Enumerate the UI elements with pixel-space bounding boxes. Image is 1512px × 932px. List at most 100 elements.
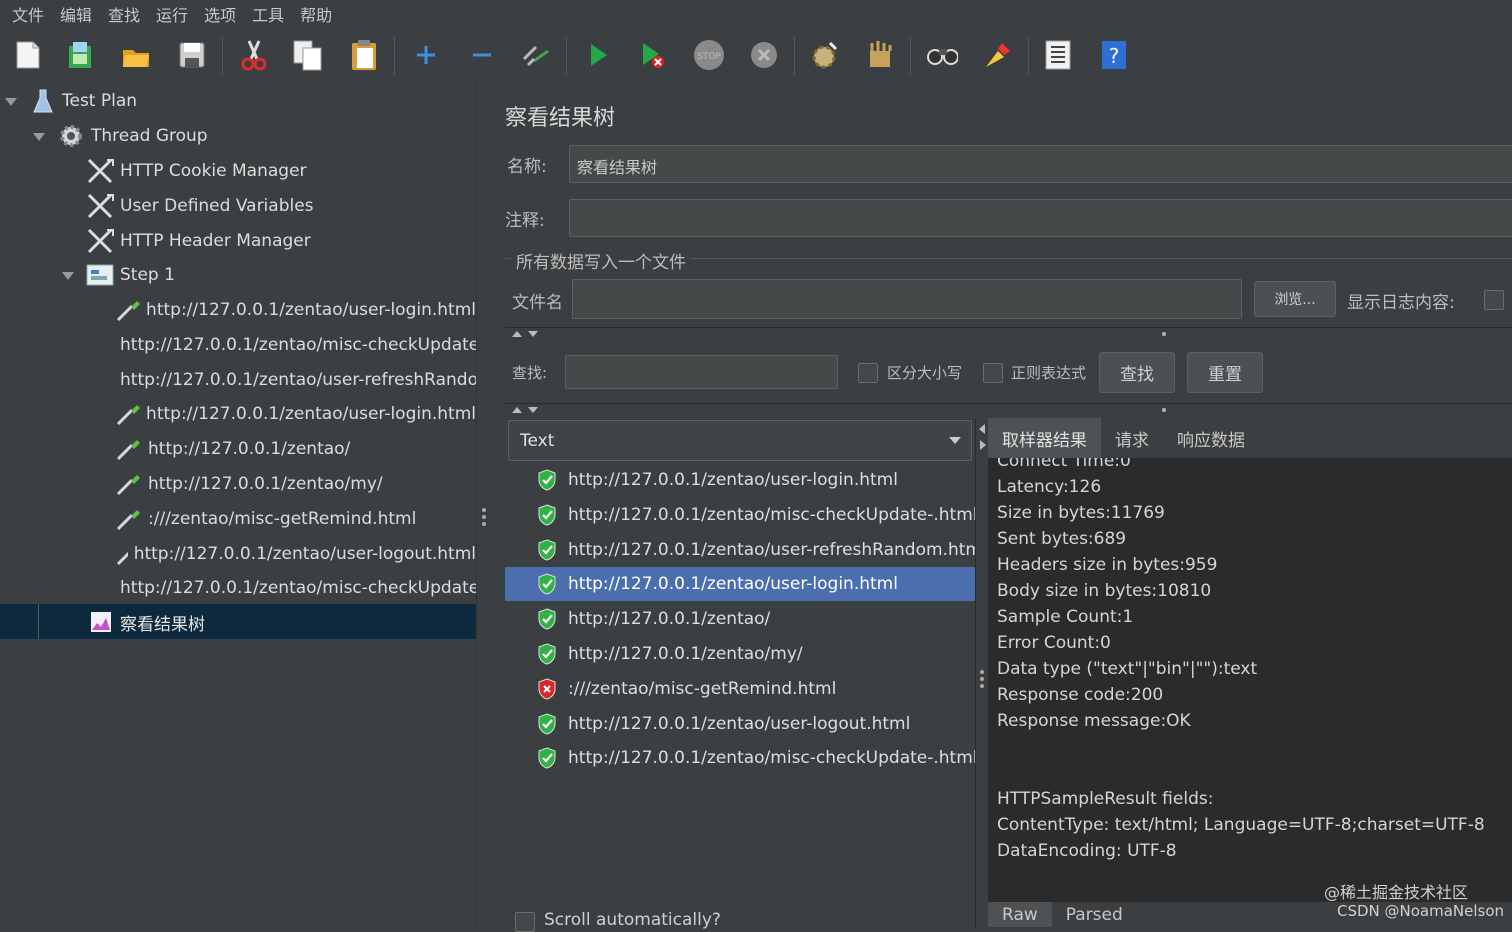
- clear-icon[interactable]: [808, 39, 840, 71]
- success-shield-icon: [537, 539, 557, 561]
- result-detail-line: Response code:200: [997, 685, 1164, 705]
- reset-search-icon[interactable]: [982, 39, 1014, 71]
- tree-node-view-results-tree[interactable]: 察看结果树: [90, 605, 205, 639]
- watermark-line1: @稀土掘金技术社区: [1324, 883, 1469, 902]
- result-row[interactable]: http://127.0.0.1/zentao/misc-checkUpdate…: [505, 741, 978, 775]
- paste-icon[interactable]: [348, 39, 380, 71]
- tree-node-sampler[interactable]: http://127.0.0.1/zentao/user-logout.html: [114, 537, 476, 571]
- result-detail-line: Body size in bytes:10810: [997, 581, 1212, 601]
- result-detail-line: ContentType: text/html; Language=UTF-8;c…: [997, 815, 1485, 835]
- tab-raw[interactable]: Raw: [988, 902, 1052, 927]
- toolbar: STOP ?: [0, 27, 1512, 85]
- tree-node-sampler[interactable]: http://127.0.0.1/zentao/user-login.html: [114, 293, 476, 327]
- expand-arrow-icon[interactable]: [62, 272, 74, 280]
- tree-node-cookie-manager[interactable]: HTTP Cookie Manager: [86, 154, 307, 188]
- comment-field[interactable]: [569, 199, 1512, 237]
- success-shield-icon: [537, 643, 557, 665]
- success-shield-icon: [537, 504, 557, 526]
- stop-icon[interactable]: STOP: [692, 39, 724, 71]
- start-no-pause-icon[interactable]: [636, 39, 668, 71]
- tree-node-sampler[interactable]: :///zentao/misc-getRemind.html: [114, 502, 476, 536]
- reset-button[interactable]: 重置: [1187, 352, 1263, 393]
- tree-node-user-defined-variables[interactable]: User Defined Variables: [86, 189, 314, 223]
- tools-icon: [87, 228, 114, 254]
- result-row[interactable]: http://127.0.0.1/zentao/: [505, 602, 975, 636]
- tree-node-header-manager[interactable]: HTTP Header Manager: [86, 224, 311, 258]
- help-icon[interactable]: ?: [1098, 39, 1130, 71]
- result-row[interactable]: http://127.0.0.1/zentao/user-login.html: [505, 567, 975, 602]
- case-sensitive-label: 区分大小写: [887, 364, 963, 382]
- start-icon[interactable]: [582, 39, 614, 71]
- result-detail-line: Connect Time:0: [997, 458, 1131, 471]
- menu-search[interactable]: 查找: [104, 2, 144, 26]
- name-field[interactable]: 察看结果树: [569, 145, 1512, 183]
- clear-all-icon[interactable]: [864, 39, 896, 71]
- menu-run[interactable]: 运行: [152, 2, 192, 26]
- templates-icon[interactable]: [64, 39, 96, 71]
- tab-parsed[interactable]: Parsed: [1052, 902, 1137, 927]
- result-row[interactable]: http://127.0.0.1/zentao/user-login.html: [505, 463, 975, 497]
- split-arrows[interactable]: [512, 331, 538, 337]
- regex-checkbox[interactable]: [983, 363, 1003, 383]
- copy-icon[interactable]: [292, 39, 324, 71]
- tree-node-sampler[interactable]: http://127.0.0.1/zentao/user-refreshRand…: [114, 363, 476, 397]
- tree-node-thread-group[interactable]: Thread Group: [58, 119, 208, 153]
- tab-sampler-result[interactable]: 取样器结果: [988, 418, 1101, 458]
- search-icon[interactable]: [926, 39, 958, 71]
- result-detail-line: Sample Count:1: [997, 607, 1134, 627]
- pipette-icon: [116, 405, 140, 426]
- result-detail-line: Latency:126: [997, 477, 1102, 497]
- log-content-checkbox[interactable]: [1484, 290, 1504, 310]
- results-split-divider[interactable]: [975, 418, 989, 927]
- expand-arrow-icon[interactable]: [5, 98, 17, 106]
- result-row[interactable]: http://127.0.0.1/zentao/misc-checkUpdate…: [505, 498, 978, 532]
- tab-response-data[interactable]: 响应数据: [1163, 418, 1259, 458]
- renderer-select[interactable]: Text: [508, 420, 972, 461]
- renderer-select-value: Text: [520, 431, 555, 451]
- search-input[interactable]: [565, 355, 838, 389]
- cut-icon[interactable]: [238, 39, 270, 71]
- scroll-auto-label: Scroll automatically?: [544, 910, 721, 930]
- tree-node-step[interactable]: Step 1: [86, 258, 175, 292]
- new-icon[interactable]: [12, 39, 44, 71]
- expand-icon[interactable]: [410, 39, 442, 71]
- tree-node-sampler[interactable]: http://127.0.0.1/zentao/misc-checkUpdate…: [114, 571, 476, 605]
- menu-options[interactable]: 选项: [200, 2, 240, 26]
- split-arrows[interactable]: [512, 407, 538, 413]
- save-icon[interactable]: [176, 39, 208, 71]
- shutdown-icon[interactable]: [748, 39, 780, 71]
- menu-edit[interactable]: 编辑: [56, 2, 96, 26]
- tree-node-sampler[interactable]: http://127.0.0.1/zentao/my/: [114, 467, 476, 501]
- toggle-icon[interactable]: [520, 39, 552, 71]
- function-helper-icon[interactable]: [1042, 39, 1074, 71]
- result-detail-line: Size in bytes:11769: [997, 503, 1165, 523]
- case-sensitive-checkbox[interactable]: [858, 363, 878, 383]
- results-list: http://127.0.0.1/zentao/user-login.html h…: [505, 463, 987, 927]
- scroll-auto-checkbox[interactable]: [515, 912, 535, 932]
- menu-file[interactable]: 文件: [8, 2, 48, 26]
- menu-tools[interactable]: 工具: [248, 2, 288, 26]
- tree-node-sampler[interactable]: http://127.0.0.1/zentao/: [114, 432, 476, 466]
- pipette-icon: [116, 509, 140, 530]
- result-row[interactable]: http://127.0.0.1/zentao/user-refreshRand…: [505, 533, 987, 567]
- filename-field[interactable]: [572, 279, 1242, 319]
- result-row[interactable]: http://127.0.0.1/zentao/user-logout.html: [505, 707, 975, 741]
- tree-node-sampler[interactable]: http://127.0.0.1/zentao/misc-checkUpdate…: [114, 328, 476, 362]
- result-detail-line: DataEncoding: UTF-8: [997, 841, 1177, 861]
- browse-button[interactable]: 浏览...: [1254, 281, 1336, 317]
- svg-text:?: ?: [1109, 44, 1120, 68]
- expand-arrow-icon[interactable]: [33, 133, 45, 141]
- tab-request[interactable]: 请求: [1101, 418, 1163, 458]
- menu-help[interactable]: 帮助: [296, 2, 336, 26]
- chevron-down-icon: [949, 437, 961, 444]
- collapse-icon[interactable]: [466, 39, 498, 71]
- pipette-icon: [116, 551, 128, 565]
- flask-icon: [33, 89, 53, 113]
- tree-node-test-plan[interactable]: Test Plan: [32, 84, 137, 118]
- open-icon[interactable]: [120, 39, 152, 71]
- result-row[interactable]: :///zentao/misc-getRemind.html: [505, 672, 975, 706]
- tree-node-sampler[interactable]: http://127.0.0.1/zentao/user-login.html: [114, 397, 476, 431]
- find-button[interactable]: 查找: [1099, 352, 1175, 393]
- tools-icon: [87, 158, 114, 184]
- result-row[interactable]: http://127.0.0.1/zentao/my/: [505, 637, 975, 671]
